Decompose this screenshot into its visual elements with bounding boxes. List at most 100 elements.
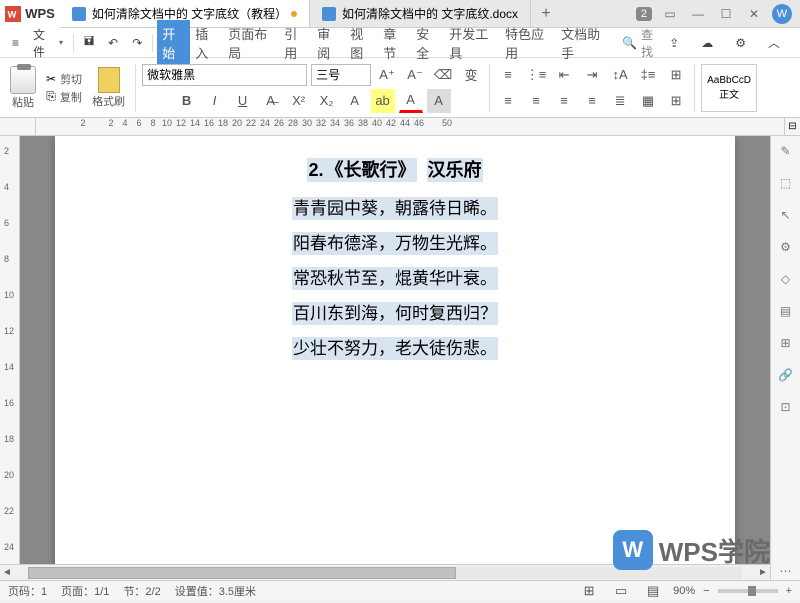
more-icon[interactable]: ⊡ [777,398,795,416]
help-icon[interactable]: ⋯ [777,562,795,580]
scrollbar-thumb[interactable] [28,567,456,579]
paste-button[interactable]: 粘贴 [6,62,40,114]
pencil-icon[interactable]: ✎ [777,142,795,160]
format-painter-button[interactable]: 格式刷 [88,63,129,113]
qat-redo-icon[interactable]: ↷ [126,33,148,53]
status-page[interactable]: 页码：1 [8,583,47,599]
document-line[interactable]: 常恐秋节至，焜黄华叶衰。 [85,264,705,289]
shape-icon[interactable]: ◇ [777,270,795,288]
select-icon[interactable]: ⬚ [777,174,795,192]
ribbon-tab-security[interactable]: 安全 [411,20,444,66]
font-size-select[interactable] [311,64,371,86]
layers-icon[interactable]: ▤ [777,302,795,320]
web-mode-icon[interactable]: ▤ [641,579,665,603]
align-left-button[interactable]: ≡ [496,89,520,113]
ruler-collapse-icon[interactable]: ⊟ [784,118,800,135]
document-line[interactable]: 青青园中葵，朝露待日晞。 [85,194,705,219]
font-family-select[interactable] [142,64,307,86]
ribbon-tab-insert[interactable]: 插入 [190,20,223,66]
svg-text:W: W [8,9,17,19]
ribbon-tab-home[interactable]: 开始 [157,20,190,66]
ribbon-toolbar: 粘贴 ✂剪切 ⎘复制 格式刷 A⁺ A⁻ ⌫ 变 B I U A̶ X² X₂ … [0,58,800,118]
document-line[interactable]: 百川东到海，何时复西归？ [85,299,705,324]
page[interactable]: 2.《长歌行》 汉乐府 青青园中葵，朝露待日晞。阳春布德泽，万物生光辉。常恐秋节… [55,136,735,580]
sort-button[interactable]: ⊞ [664,63,688,87]
shading-button[interactable]: A [427,89,451,113]
minimize-button[interactable]: — [688,4,708,24]
align-right-button[interactable]: ≡ [552,89,576,113]
bold-button[interactable]: B [175,89,199,113]
qat-undo-icon[interactable]: ↶ [102,33,124,53]
copy-button[interactable]: 复制 [60,89,82,105]
cut-button[interactable]: 剪切 [60,71,82,87]
paragraph-shading-button[interactable]: ▦ [636,89,660,113]
share-icon[interactable]: ⇪ [663,31,685,54]
document-line[interactable]: 阳春布德泽，万物生光辉。 [85,229,705,254]
gear-icon[interactable]: ⚙ [777,238,795,256]
search-box[interactable]: 🔍 查找 [622,26,661,60]
clear-format-button[interactable]: ⌫ [431,63,455,87]
line-spacing-button[interactable]: ‡≡ [636,63,660,87]
ribbon-tab-developer[interactable]: 开发工具 [444,20,500,66]
text-direction-button[interactable]: ↕A [608,63,632,87]
zoom-in-button[interactable]: + [786,585,792,597]
ribbon-tab-view[interactable]: 视图 [345,20,378,66]
hamburger-menu[interactable]: ≡ [6,33,25,53]
collapse-ribbon-icon[interactable]: ︿ [762,31,786,54]
qat-save-icon[interactable]: 🖬 [78,29,100,56]
strikethrough-button[interactable]: A̶ [259,89,283,113]
distribute-button[interactable]: ≣ [608,89,632,113]
notification-badge[interactable]: 2 [636,7,652,21]
horizontal-ruler[interactable]: 2246810121416182022242628303234363840424… [0,118,800,136]
phonetic-button[interactable]: 变 [459,63,483,87]
underline-button[interactable]: U [231,89,255,113]
status-section[interactable]: 节：2/2 [123,583,160,599]
cursor-icon[interactable]: ↖ [777,206,795,224]
document-area[interactable]: 2.《长歌行》 汉乐府 青青园中葵，朝露待日晞。阳春布德泽，万物生光辉。常恐秋节… [20,136,770,580]
ribbon-tab-review[interactable]: 审阅 [312,20,345,66]
view-mode-icon[interactable]: ⊞ [577,579,601,603]
link-icon[interactable]: 🔗 [777,366,795,384]
ribbon-tab-section[interactable]: 章节 [378,20,411,66]
scroll-left-icon[interactable]: ◄ [0,567,14,578]
superscript-button[interactable]: X² [287,89,311,113]
ribbon-tab-references[interactable]: 引用 [279,20,312,66]
cloud-icon[interactable]: ☁ [695,31,719,54]
increase-indent-button[interactable]: ⇥ [580,63,604,87]
maximize-button[interactable]: ☐ [716,4,736,24]
zoom-value[interactable]: 90% [673,585,695,597]
decrease-indent-button[interactable]: ⇤ [552,63,576,87]
zoom-slider[interactable] [718,589,778,593]
text-effects-button[interactable]: A [343,89,367,113]
borders-button[interactable]: ⊞ [664,89,688,113]
user-avatar[interactable]: W [772,4,792,24]
ribbon-tab-layout[interactable]: 页面布局 [223,20,279,66]
ribbon-tab-special[interactable]: 特色应用 [500,20,556,66]
close-button[interactable]: ✕ [744,4,764,24]
menubar: ≡ 文件▾ 🖬 ↶ ↷ 开始 插入 页面布局 引用 审阅 视图 章节 安全 开发… [0,28,800,58]
reading-mode-icon[interactable]: ▭ [609,579,633,603]
subscript-button[interactable]: X₂ [315,89,339,113]
italic-button[interactable]: I [203,89,227,113]
increase-font-button[interactable]: A⁺ [375,63,399,87]
grid-icon[interactable]: ⊞ [777,334,795,352]
ribbon-tab-helper[interactable]: 文档助手 [556,20,612,66]
menu-icon[interactable]: ▭ [660,4,680,24]
font-color-button[interactable]: A [399,89,423,113]
decrease-font-button[interactable]: A⁻ [403,63,427,87]
align-justify-button[interactable]: ≡ [580,89,604,113]
status-pages[interactable]: 页面：1/1 [61,583,109,599]
numbering-button[interactable]: ⋮≡ [524,63,548,87]
align-center-button[interactable]: ≡ [524,89,548,113]
bullets-button[interactable]: ≡ [496,63,520,87]
file-menu[interactable]: 文件▾ [27,23,69,63]
highlight-button[interactable]: ab [371,89,395,113]
document-line[interactable]: 少壮不努力，老大徒伤悲。 [85,334,705,359]
style-normal[interactable]: AaBbCcD 正文 [701,64,757,112]
document-title[interactable]: 2.《长歌行》 汉乐府 [85,156,705,182]
status-position[interactable]: 设置值：3.5厘米 [175,583,256,599]
settings-icon[interactable]: ⚙ [729,31,752,54]
zoom-out-button[interactable]: − [703,585,709,597]
wps-icon: W [5,6,21,22]
vertical-ruler[interactable]: 24681012141618202224 [0,136,20,580]
